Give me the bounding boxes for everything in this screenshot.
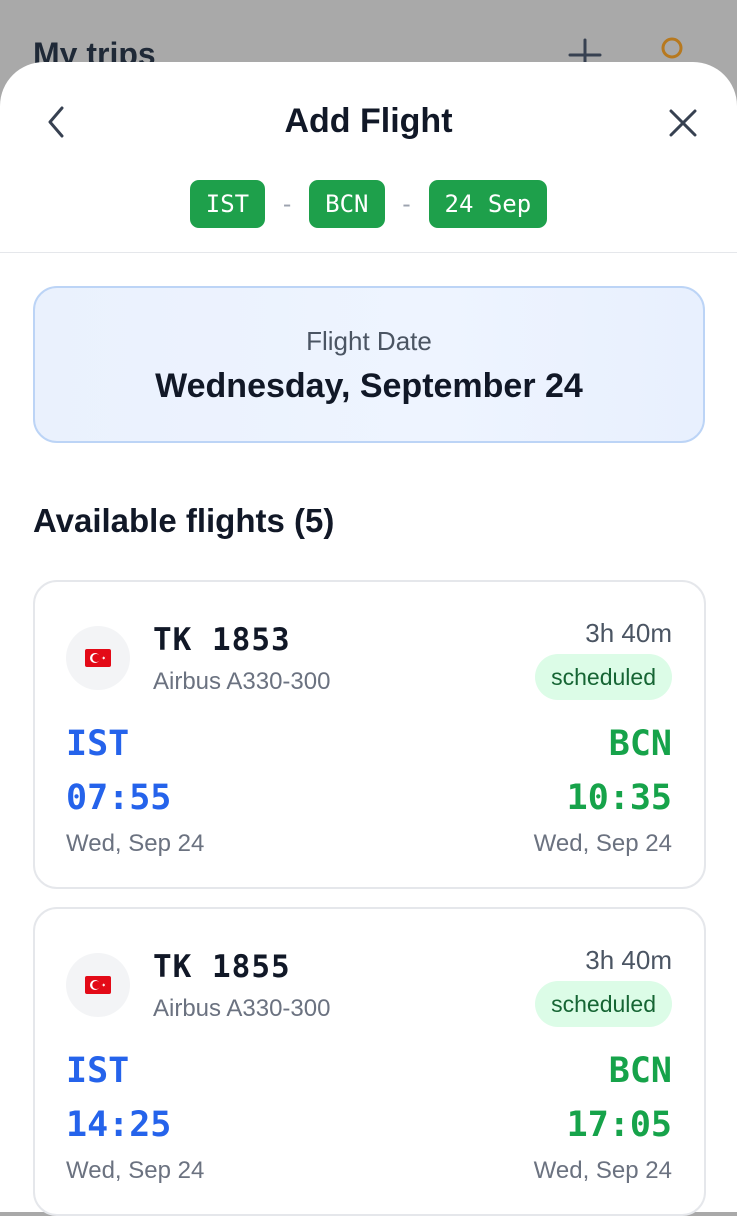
flight-date-label: Flight Date	[306, 326, 432, 356]
flight-duration: 3h 40m	[585, 618, 672, 648]
available-flights-title: Available flights (5)	[33, 502, 335, 539]
arrival-day: Wed, Sep 24	[533, 1157, 672, 1184]
sheet-title: Add Flight	[284, 102, 453, 140]
status-badge: scheduled	[535, 654, 672, 700]
arrival-code: BCN	[608, 1051, 672, 1091]
departure-code: IST	[66, 1051, 130, 1091]
aircraft-type: Airbus A330-300	[153, 668, 331, 695]
route-summary: IST - BCN - 24 Sep	[0, 180, 737, 228]
flight-number: TK 1853	[153, 622, 291, 658]
departure-day: Wed, Sep 24	[66, 830, 205, 857]
turkey-flag-icon	[66, 626, 130, 690]
arrival-code: BCN	[608, 724, 672, 764]
flight-number: TK 1855	[153, 949, 291, 985]
chip-separator: -	[399, 190, 414, 218]
flight-card[interactable]: TK 1855 Airbus A330-300 3h 40m scheduled…	[33, 907, 706, 1216]
departure-time: 07:55	[66, 778, 172, 818]
status-badge: scheduled	[535, 981, 672, 1027]
sheet-header: Add Flight IST - BCN - 24 Sep	[0, 62, 737, 253]
flight-date-value: Wednesday, September 24	[155, 367, 583, 405]
aircraft-type: Airbus A330-300	[153, 995, 331, 1022]
chip-separator: -	[279, 190, 295, 218]
origin-chip: IST	[189, 180, 266, 228]
arrival-day: Wed, Sep 24	[533, 830, 672, 857]
date-chip: 24 Sep	[428, 180, 548, 228]
arrival-time: 10:35	[566, 778, 672, 818]
departure-code: IST	[66, 724, 130, 764]
destination-chip: BCN	[309, 180, 385, 228]
departure-day: Wed, Sep 24	[66, 1157, 205, 1184]
flight-duration: 3h 40m	[585, 945, 672, 975]
arrival-time: 17:05	[566, 1105, 672, 1145]
flight-date-card: Flight Date Wednesday, September 24	[33, 286, 705, 443]
close-icon	[669, 109, 697, 137]
flight-card[interactable]: TK 1853 Airbus A330-300 3h 40m scheduled…	[33, 580, 706, 889]
add-flight-sheet: Add Flight IST - BCN - 24 Sep Flight Dat…	[0, 62, 737, 1216]
departure-time: 14:25	[66, 1105, 172, 1145]
close-button[interactable]	[660, 100, 706, 146]
turkey-flag-icon	[66, 953, 130, 1017]
